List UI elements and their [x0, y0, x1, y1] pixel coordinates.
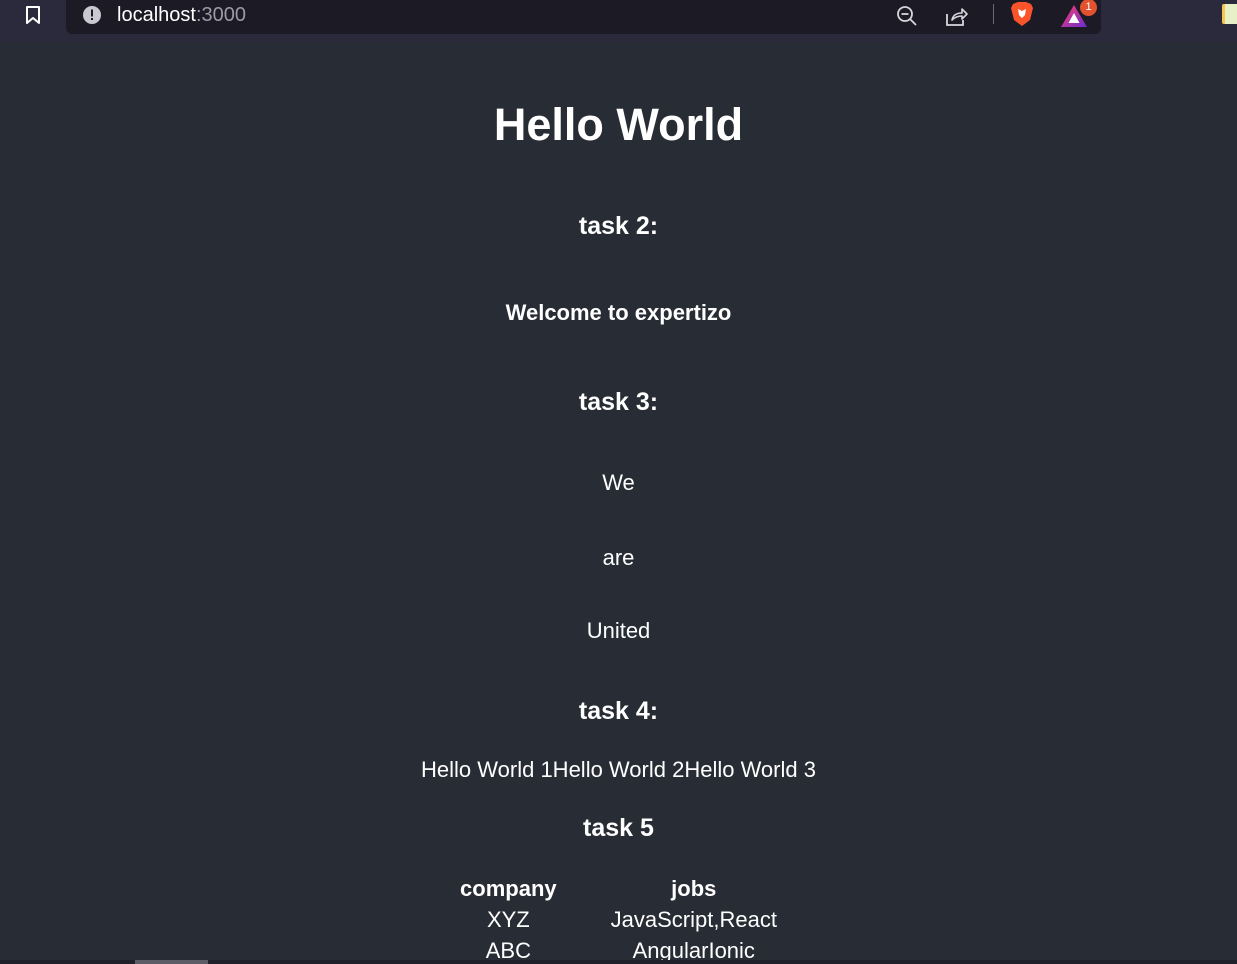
table-row: XYZ JavaScript,React — [433, 904, 804, 935]
jobs-table-wrapper: company jobs XYZ JavaScript,React ABC An… — [0, 873, 1237, 964]
share-icon[interactable] — [943, 3, 969, 29]
column-header-company: company — [460, 876, 557, 901]
hello-world-list: Hello World 1Hello World 2Hello World 3 — [421, 757, 816, 782]
urlbar-divider — [993, 4, 994, 24]
rewards-badge: 1 — [1080, 0, 1097, 16]
task3-word: We — [602, 470, 635, 495]
company-cell: XYZ — [486, 907, 530, 932]
task3-word: United — [586, 618, 651, 643]
table-header-row: company jobs — [433, 873, 804, 904]
task2-heading: task 2: — [578, 212, 659, 240]
scrollbar-thumb[interactable] — [135, 960, 208, 964]
task5-heading: task 5 — [583, 814, 654, 842]
brave-rewards-icon[interactable]: 1 — [1059, 0, 1097, 31]
horizontal-scrollbar[interactable] — [0, 960, 1237, 964]
url-port: :3000 — [195, 4, 246, 26]
address-bar[interactable]: localhost:3000 1 — [66, 0, 1101, 34]
column-header-jobs: jobs — [671, 876, 717, 901]
task3-heading: task 3: — [578, 388, 659, 416]
jobs-cell: JavaScript,React — [610, 907, 777, 932]
page-title: Hello World — [493, 99, 744, 150]
page-content: Hello World task 2: Welcome to expertizo… — [0, 42, 1237, 964]
url-text[interactable]: localhost:3000 — [117, 3, 246, 27]
zoom-out-icon[interactable] — [894, 3, 920, 29]
jobs-table: company jobs XYZ JavaScript,React ABC An… — [433, 873, 804, 964]
welcome-text: Welcome to expertizo — [505, 300, 732, 325]
extension-icon[interactable] — [1222, 4, 1237, 24]
bookmark-icon[interactable] — [22, 4, 44, 26]
info-icon[interactable] — [82, 5, 102, 25]
task3-word: are — [602, 545, 635, 570]
task4-heading: task 4: — [578, 697, 659, 725]
browser-toolbar: localhost:3000 1 — [0, 0, 1237, 42]
url-host: localhost — [117, 4, 196, 26]
brave-shields-icon[interactable] — [1009, 1, 1035, 27]
